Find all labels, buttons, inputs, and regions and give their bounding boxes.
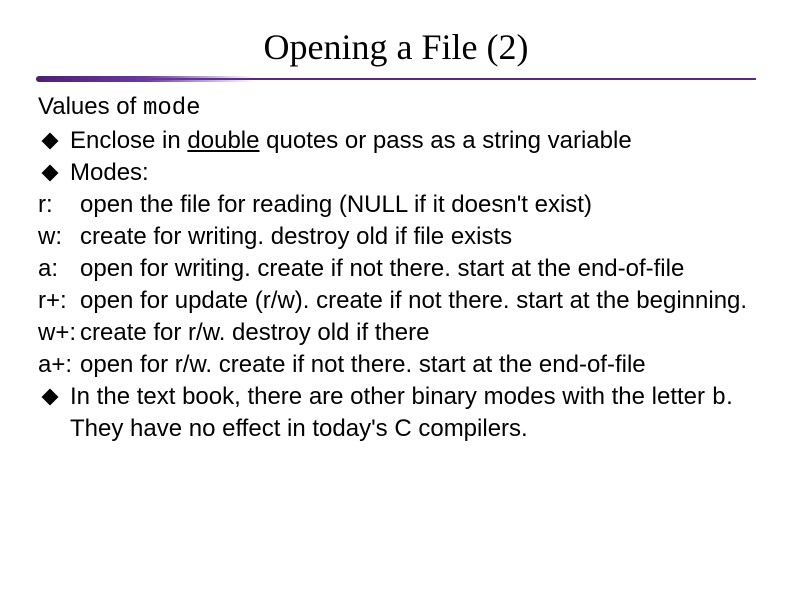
bullet-modes-text: Modes: [70, 158, 754, 188]
diamond-icon [42, 133, 59, 150]
mode-wplus-key: w+: [38, 318, 80, 348]
mode-a-desc: open for writing. create if not there. s… [80, 254, 754, 284]
diamond-icon [42, 389, 59, 406]
bullet-modes: Modes: [38, 158, 754, 188]
bullet3-pre: In the text book, there are other binary… [70, 383, 712, 410]
title-underline [36, 76, 756, 82]
mode-r-desc: open the file for reading (NULL if it do… [80, 190, 754, 220]
bullet1-pre: Enclose in [70, 127, 187, 154]
mode-a-key: a: [38, 254, 80, 284]
bullet-textbook: In the text book, there are other binary… [38, 382, 754, 444]
mode-w: w: create for writing. destroy old if fi… [38, 222, 754, 252]
mode-wplus-desc: create for r/w. destroy old if there [80, 318, 754, 348]
mode-rplus: r+: open for update (r/w). create if not… [38, 286, 754, 316]
mode-w-desc: create for writing. destroy old if file … [80, 222, 754, 252]
bullet-enclose: Enclose in double quotes or pass as a st… [38, 126, 754, 156]
mode-w-key: w: [38, 222, 80, 252]
intro-mode-word: mode [143, 95, 201, 122]
mode-aplus-key: a+: [38, 350, 80, 380]
mode-r-key: r: [38, 190, 80, 220]
intro-pre: Values of [38, 93, 143, 120]
mode-aplus-desc: open for r/w. create if not there. start… [80, 350, 754, 380]
mode-wplus: w+: create for r/w. destroy old if there [38, 318, 754, 348]
bullet1-post: quotes or pass as a string variable [259, 127, 631, 154]
bullet-textbook-text: In the text book, there are other binary… [70, 382, 754, 444]
mode-rplus-desc: open for update (r/w). create if not the… [80, 286, 754, 316]
mode-aplus: a+: open for r/w. create if not there. s… [38, 350, 754, 380]
bullet1-underline: double [187, 127, 259, 154]
intro-line: Values of mode [38, 92, 754, 124]
mode-a: a: open for writing. create if not there… [38, 254, 754, 284]
slide-title: Opening a File (2) [0, 26, 792, 68]
underline-gradient [36, 76, 256, 82]
mode-rplus-key: r+: [38, 286, 80, 316]
bullet-enclose-text: Enclose in double quotes or pass as a st… [70, 126, 754, 156]
slide-body: Values of mode Enclose in double quotes … [0, 92, 792, 444]
mode-r: r: open the file for reading (NULL if it… [38, 190, 754, 220]
bullet3-mono: b [712, 385, 726, 412]
diamond-icon [42, 165, 59, 182]
slide: Opening a File (2) Values of mode Enclos… [0, 26, 792, 612]
